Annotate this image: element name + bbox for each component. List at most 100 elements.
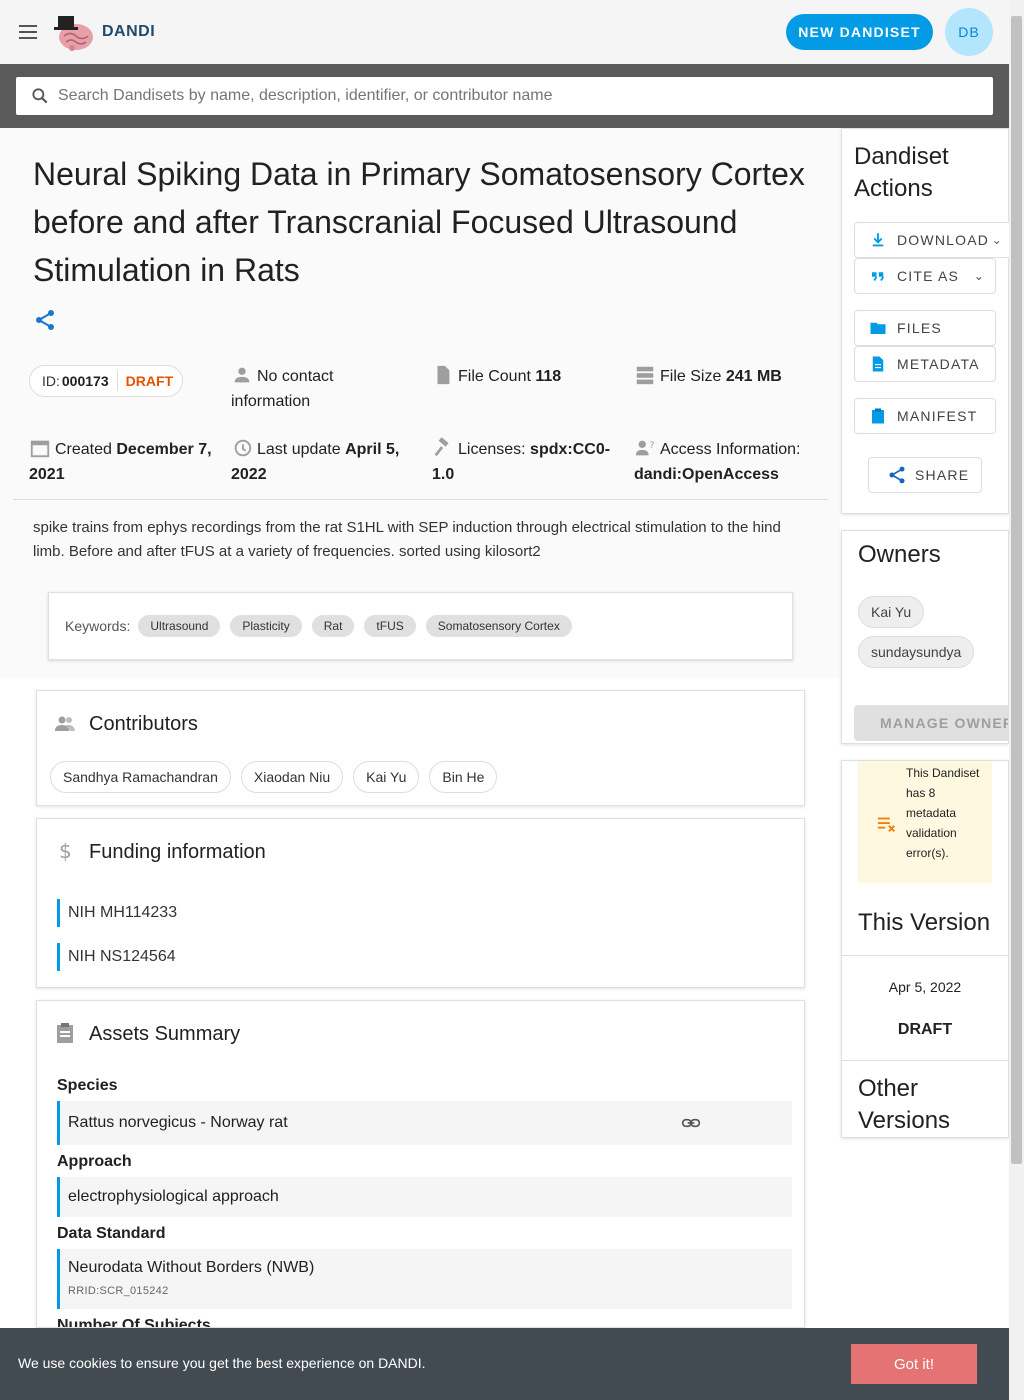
search-box [16,77,993,115]
validation-warning[interactable]: This Dandiset has 8 metadata validation … [858,761,992,883]
actions-card: Dandiset Actions DOWNLOAD ⌄ CITE AS ⌄ FI… [841,128,1014,514]
keyword-chip: Ultrasound [138,615,221,637]
status-badge: DRAFT [125,373,174,389]
dollar-icon: $ [59,839,72,863]
scrollbar-thumb[interactable] [1011,16,1022,1164]
contributors-title: Contributors [89,713,198,735]
history-icon [234,439,252,457]
contributor-chip[interactable]: Kai Yu [353,761,420,793]
dandiset-id: 000173 [61,373,109,389]
share-icon [889,466,905,484]
validation-warning-text: This Dandiset has 8 metadata validation … [906,766,980,860]
playlist-error-icon [877,817,895,832]
contact-info: No contact information [231,364,411,414]
cite-label: CITE AS [897,268,960,284]
owners-title: Owners [858,541,941,568]
cookie-accept-button[interactable]: Got it! [851,1344,977,1384]
user-avatar[interactable]: DB [945,8,993,56]
chevron-down-icon: ⌄ [973,269,985,283]
id-chip: ID: 000173 DRAFT [29,365,183,397]
assets-summary-card: Assets Summary Species Rattus norvegicus… [36,1000,805,1328]
people-icon [55,716,75,731]
folder-icon [870,322,886,334]
version-date[interactable]: Apr 5, 2022 [842,979,1008,995]
new-dandiset-button[interactable]: NEW DANDISET [786,14,933,50]
metadata-label: METADATA [897,356,980,372]
keyword-chip: Rat [311,615,355,637]
contributor-chip[interactable]: Bin He [429,761,498,793]
license-info: Licenses: spdx:CC0-1.0 [432,437,612,487]
access-icon: ? [635,440,655,456]
search-icon [32,88,48,104]
file-size: File Size 241 MB [634,364,824,389]
link-icon[interactable] [680,1113,702,1133]
file-count-value: 118 [535,368,562,385]
contributors-list: Sandhya Ramachandran Xiaodan Niu Kai Yu … [50,761,507,793]
keywords-card: Keywords: Ultrasound Plasticity Rat tFUS… [48,592,793,660]
calendar-icon [30,440,50,458]
updated-label: Last update [257,441,341,458]
file-size-label: File Size [660,368,722,385]
files-label: FILES [897,320,942,336]
file-size-value: 241 MB [725,368,782,385]
approach-value: electrophysiological approach [68,1188,279,1205]
manifest-button[interactable]: MANIFEST [854,398,996,434]
share-button[interactable]: SHARE [868,457,982,493]
search-input[interactable] [58,87,993,105]
menu-icon[interactable] [16,20,40,44]
chip-divider [116,371,118,391]
manage-owners-button[interactable]: MANAGE OWNERS [854,705,1008,741]
clipboard-icon [57,1023,73,1043]
standard-rrid: RRID:SCR_015242 [68,1285,169,1297]
access-value: dandi:OpenAccess [634,466,779,483]
clipboard-icon [872,408,884,424]
species-row: Rattus norvegicus - Norway rat [57,1101,792,1145]
brand-name[interactable]: DANDI [102,23,155,41]
keyword-chip: Plasticity [230,615,302,637]
license-label: Licenses: [458,441,526,458]
approach-row: electrophysiological approach [57,1177,792,1217]
file-count: File Count 118 [432,364,612,389]
metadata-button[interactable]: METADATA [854,346,996,382]
file-count-label: File Count [458,368,531,385]
last-update: Last update April 5, 2022 [231,437,421,487]
funding-card: $ Funding information NIH MH114233 NIH N… [36,818,805,988]
files-button[interactable]: FILES [854,310,996,346]
species-value: Rattus norvegicus - Norway rat [68,1114,288,1131]
storage-icon [636,366,654,385]
created-date: Created December 7, 2021 [29,437,219,487]
version-name[interactable]: DRAFT [842,1021,1008,1039]
cookie-banner: We use cookies to ensure you get the bes… [0,1328,1009,1400]
version-card: This Dandiset has 8 metadata validation … [841,760,1009,1138]
cite-as-button[interactable]: CITE AS ⌄ [854,258,996,294]
approach-label: Approach [57,1153,132,1170]
subjects-label: Number Of Subjects [57,1317,211,1328]
quote-icon [872,272,885,281]
header-divider [13,499,828,500]
download-button[interactable]: DOWNLOAD ⌄ [854,222,1014,258]
share-icon[interactable] [33,308,57,332]
standard-value: Neurodata Without Borders (NWB) [68,1259,315,1276]
manage-owners-label: MANAGE OWNERS [880,715,1008,731]
access-info: ? Access Information: dandi:OpenAccess [634,437,824,487]
contributor-chip[interactable]: Xiaodan Niu [240,761,344,793]
search-bar [0,64,1009,128]
page-scrollbar[interactable] [1009,0,1024,1400]
contributor-chip[interactable]: Sandhya Ramachandran [50,761,231,793]
keyword-chip: tFUS [364,615,416,637]
cookie-text: We use cookies to ensure you get the bes… [18,1355,426,1371]
owners-card: Owners Kai Yu sundaysundya MANAGE OWNERS [841,530,1009,744]
funding-title: Funding information [89,841,266,863]
id-label: ID: [42,373,60,389]
this-version-title: This Version [858,909,991,936]
actions-title: Dandiset Actions [854,143,949,202]
manifest-label: MANIFEST [897,408,978,424]
dandiset-description: spike trains from ephys recordings from … [33,519,781,560]
assets-title: Assets Summary [89,1023,241,1045]
standard-row: Neurodata Without Borders (NWB) RRID:SCR… [57,1249,792,1309]
contributors-card: Contributors Sandhya Ramachandran Xiaoda… [36,690,805,806]
svg-text:$: $ [59,839,72,863]
version-divider [842,1060,1008,1061]
dandi-logo[interactable] [52,10,96,54]
person-icon [234,367,250,383]
